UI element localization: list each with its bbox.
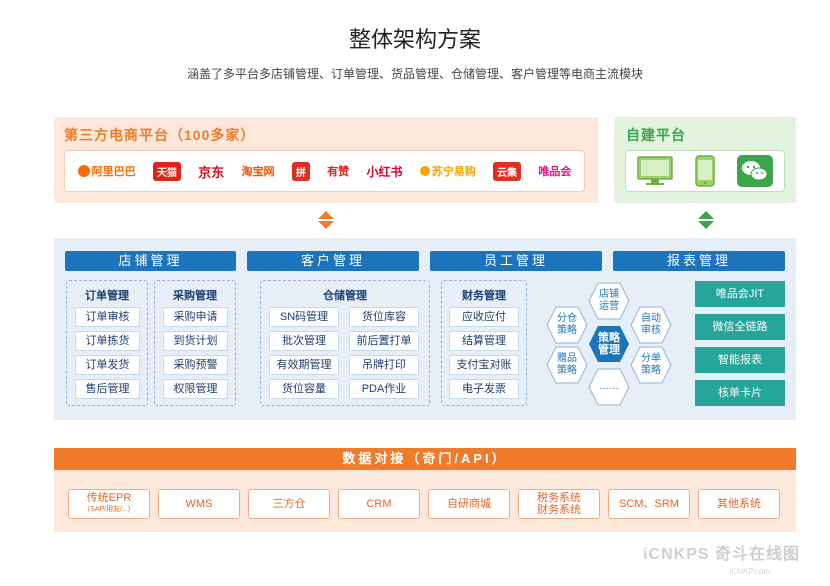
header-store-management: 店铺管理 — [65, 251, 236, 271]
warehouse-item: 前后置打单 — [349, 331, 419, 351]
alibaba-logo: 阿里巴巴 — [77, 163, 136, 179]
report-item-check-card: 核单卡片 — [695, 380, 785, 406]
platform-logo-strip: 阿里巴巴 天猫 京东 淘宝网 拼 有赞 小红书 苏宁易购 云集 唯品会 — [64, 150, 585, 192]
system-wms: WMS — [158, 489, 240, 519]
self-built-panel: 自建平台 — [614, 117, 796, 203]
system-tax-finance: 税务系统 财务系统 — [518, 489, 600, 519]
system-label: 三方仓 — [272, 498, 306, 510]
suning-logo: 苏宁易购 — [419, 163, 476, 179]
system-sublabel: (SAP/用友/...) — [87, 506, 131, 513]
order-item: 订单拣货 — [75, 331, 140, 351]
wechat-icon — [737, 155, 773, 187]
management-panel: 店铺管理 客户管理 员工管理 报表管理 订单管理 订单审核 订单拣货 订单发货 … — [54, 238, 796, 420]
order-management-group: 订单管理 订单审核 订单拣货 订单发货 售后管理 — [66, 280, 148, 406]
purchase-item: 到货计划 — [163, 331, 228, 351]
system-erp: 传统EPR (SAP/用友/...) — [68, 489, 150, 519]
warehouse-item: 批次管理 — [269, 331, 339, 351]
self-built-icon-strip — [625, 150, 785, 192]
system-label: 其他系统 — [717, 498, 761, 510]
strategy-hex-auto-review: 自动 审核 — [630, 306, 672, 344]
group-title: 采购管理 — [173, 290, 217, 302]
finance-item: 应收应付 — [449, 307, 519, 327]
warehouse-item: 吊牌打印 — [349, 355, 419, 375]
xiaohongshu-logo: 小红书 — [366, 164, 403, 179]
system-crm: CRM — [338, 489, 420, 519]
system-label: SCM、SRM — [619, 498, 679, 510]
system-label: 自研商城 — [447, 498, 491, 510]
strategy-hex-gift: 赠品 策略 — [546, 346, 588, 384]
jd-logo: 京东 — [198, 164, 225, 180]
strategy-hex-store-ops: 店铺 运营 — [588, 282, 630, 320]
watermark-sub: iCNKP.com — [729, 567, 770, 576]
order-item: 订单发货 — [75, 355, 140, 375]
page-subtitle: 涵盖了多平台多店铺管理、订单管理、货品管理、仓储管理、客户管理等电商主流模块 — [186, 67, 643, 81]
finance-management-group: 财务管理 应收应付 结算管理 支付宝对账 电子发票 — [441, 280, 527, 406]
purchase-item: 采购申请 — [163, 307, 228, 327]
finance-item: 支付宝对账 — [449, 355, 519, 375]
system-label: WMS — [185, 498, 213, 510]
warehouse-item: SN码管理 — [269, 307, 339, 327]
report-item-wechat-chain: 微信全链路 — [695, 314, 785, 340]
pinduoduo-logo: 拼 — [291, 161, 310, 181]
purchase-item: 采购预警 — [163, 355, 228, 375]
warehouse-management-group: 仓储管理 SN码管理 货位库容 批次管理 前后置打单 有效期管理 吊牌打印 货位… — [260, 280, 430, 406]
yunji-logo: 云集 — [493, 161, 522, 181]
strategy-hex-more: …… — [588, 368, 630, 406]
purchase-management-group: 采购管理 采购申请 到货计划 采购预警 权限管理 — [154, 280, 236, 406]
watermark: iCNKPS 奇斗在线图 — [643, 546, 800, 563]
third-party-title: 第三方电商平台（100多家） — [64, 127, 256, 143]
warehouse-item: 货位容量 — [269, 379, 339, 399]
taobao-logo: 淘宝网 — [241, 166, 275, 178]
header-report-management: 报表管理 — [613, 251, 785, 271]
finance-item: 结算管理 — [449, 331, 519, 351]
third-party-sync-arrow-icon — [318, 211, 334, 229]
self-built-sync-arrow-icon — [698, 211, 714, 229]
strategy-cluster: 店铺 运营 自动 审核 分单 策略 …… 赠品 策略 分仓 策略 策略 管理 — [534, 280, 684, 410]
system-self-mall: 自研商城 — [428, 489, 510, 519]
purchase-item: 权限管理 — [163, 379, 228, 399]
system-scm-srm: SCM、SRM — [608, 489, 690, 519]
group-title: 仓储管理 — [323, 290, 367, 302]
order-item: 售后管理 — [75, 379, 140, 399]
header-staff-management: 员工管理 — [430, 251, 602, 271]
mobile-icon — [695, 155, 715, 187]
strategy-hex-split-warehouse: 分仓 策略 — [546, 306, 588, 344]
report-item-smart-report: 智能报表 — [695, 347, 785, 373]
tmall-logo: 天猫 — [152, 161, 181, 181]
strategy-hex-split-order: 分单 策略 — [630, 346, 672, 384]
warehouse-item: 货位库容 — [349, 307, 419, 327]
third-party-panel: 第三方电商平台（100多家） 阿里巴巴 天猫 京东 淘宝网 拼 有赞 小红书 苏… — [54, 117, 598, 203]
group-title: 订单管理 — [85, 290, 129, 302]
page-title: 整体架构方案 — [348, 27, 481, 52]
system-label: CRM — [366, 498, 392, 510]
warehouse-item: 有效期管理 — [269, 355, 339, 375]
system-third-warehouse: 三方仓 — [248, 489, 330, 519]
self-built-title: 自建平台 — [626, 127, 686, 143]
report-item-vip-jit: 唯品会JIT — [695, 281, 785, 307]
finance-item: 电子发票 — [449, 379, 519, 399]
vip-logo: 唯品会 — [538, 166, 572, 178]
warehouse-item: PDA作业 — [349, 379, 419, 399]
order-item: 订单审核 — [75, 307, 140, 327]
header-customer-management: 客户管理 — [247, 251, 419, 271]
system-label: 税务系统 财务系统 — [537, 492, 581, 516]
youzan-logo: 有赞 — [327, 166, 350, 178]
group-title: 财务管理 — [462, 290, 506, 302]
data-integration-panel: 数据对接（奇门/API） 传统EPR (SAP/用友/...) WMS 三方仓 … — [54, 448, 796, 532]
strategy-hex-center: 策略 管理 — [588, 325, 630, 363]
system-label: 传统EPR — [86, 492, 132, 504]
data-integration-bar: 数据对接（奇门/API） — [54, 448, 796, 470]
monitor-icon — [637, 156, 673, 185]
system-other: 其他系统 — [698, 489, 780, 519]
